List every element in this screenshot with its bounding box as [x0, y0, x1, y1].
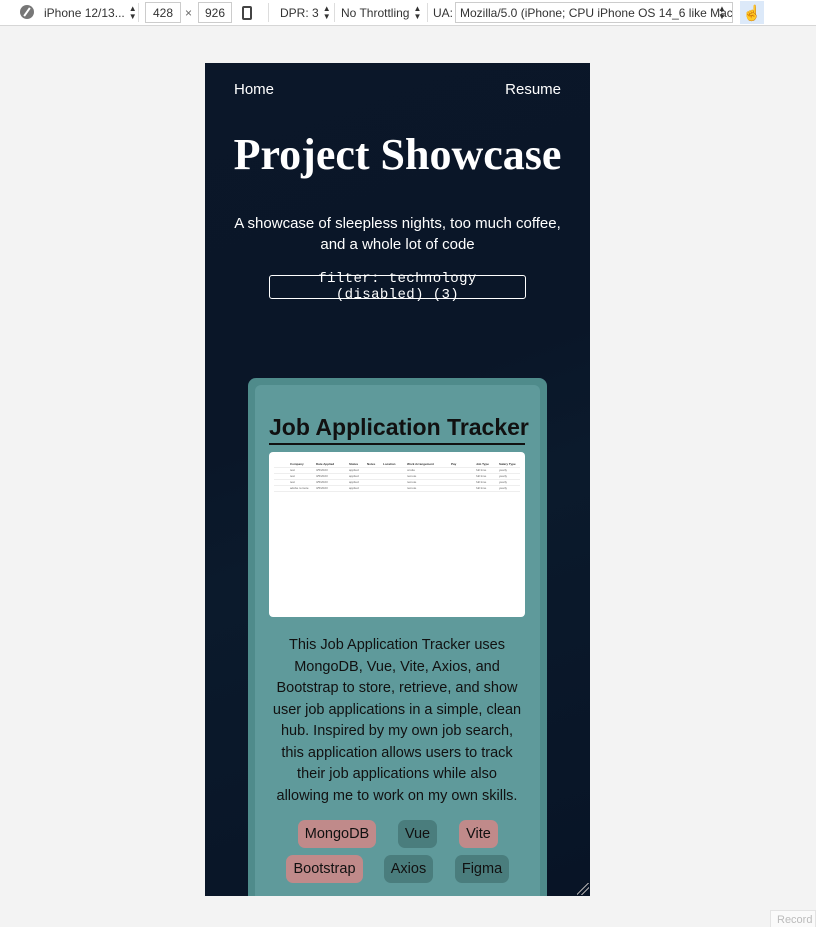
project-description: This Job Application Tracker uses MongoD… — [272, 637, 522, 804]
project-screenshot: Company Date Applied Status Notes Location Wo… — [269, 452, 525, 617]
screenshot-cell: remote — [407, 474, 417, 478]
devtools-device-toolbar: iPhone 12/13... ▲ ▼ 428 × 926 DPR: 3 ▲ ▼ No … — [0, 0, 816, 26]
project-card: Job Application Tracker Company Date Appl… — [248, 378, 547, 896]
screenshot-cell: remote — [407, 486, 417, 490]
screenshot-table: Company Date Applied Status Notes Location Wo… — [274, 462, 520, 492]
chevron-updown-icon: ▲ ▼ — [413, 3, 422, 21]
screenshot-cell: yearly — [499, 480, 508, 484]
screenshot-row: adobe remote 3/5/2023 applied remote full ti… — [274, 486, 520, 492]
screenshot-cell: applied — [349, 468, 359, 472]
divider — [427, 3, 428, 22]
chevron-updown-icon: ▲ ▼ — [322, 3, 331, 21]
device-mode-icon[interactable] — [20, 5, 34, 19]
rotate-button[interactable] — [242, 0, 258, 25]
rotate-icon — [242, 5, 252, 20]
divider — [138, 3, 139, 22]
screenshot-cell: applied — [349, 474, 359, 478]
chevron-updown-icon[interactable]: ▲ ▼ — [718, 5, 726, 21]
tech-tag-axios[interactable]: Axios — [384, 855, 433, 883]
screenshot-cell: test — [290, 480, 295, 484]
tech-tag-figma[interactable]: Figma — [455, 855, 509, 883]
chevron-updown-icon: ▲ ▼ — [128, 3, 137, 21]
dimension-separator: × — [185, 5, 193, 20]
project-title: Job Application Tracker — [269, 414, 529, 440]
screenshot-cell: Job Type — [476, 462, 489, 466]
height-input[interactable]: 926 — [198, 2, 232, 23]
screenshot-cell: 3/5/2023 — [316, 480, 328, 484]
screenshot-cell: test — [290, 474, 295, 478]
divider — [334, 3, 335, 22]
page-title: Project Showcase — [233, 130, 562, 179]
screenshot-cell: Company — [290, 462, 304, 466]
screenshot-cell: Location — [383, 462, 396, 466]
tech-tag-vue[interactable]: Vue — [398, 820, 437, 848]
ua-input[interactable]: Mozilla/5.0 (iPhone; CPU iPhone OS 14_6 … — [455, 2, 733, 23]
screenshot-cell: remote — [407, 480, 417, 484]
nav-home-link[interactable]: Home — [234, 81, 274, 98]
screenshot-cell: yearly — [499, 486, 508, 490]
screenshot-cell: full time — [476, 468, 487, 472]
page-subtitle: A showcase of sleepless nights, too much… — [234, 215, 561, 253]
project-card-inner: Job Application Tracker Company Date Appl… — [255, 385, 540, 896]
dpr-select[interactable]: DPR: 3 ▲ ▼ — [280, 0, 331, 25]
screenshot-cell: Date Applied — [316, 462, 335, 466]
screenshot-cell: full time — [476, 480, 487, 484]
screenshot-cell: applied — [349, 486, 359, 490]
screenshot-cell: Pay — [451, 462, 457, 466]
record-tab[interactable]: Record — [770, 910, 816, 927]
screenshot-cell: 3/5/2023 — [316, 468, 328, 472]
screenshot-cell: Status — [349, 462, 359, 466]
tech-tag-vite[interactable]: Vite — [459, 820, 498, 848]
resize-handle[interactable] — [577, 883, 589, 895]
screenshot-cell: yearly — [499, 474, 508, 478]
screenshot-cell: test — [290, 468, 295, 472]
screenshot-cell: Salary Type — [499, 462, 516, 466]
screenshot-cell: adobe remote — [290, 486, 309, 490]
filter-button[interactable]: filter: technology (disabled) (3) — [269, 271, 526, 303]
screenshot-cell: onsite — [407, 468, 416, 472]
tech-tag-bootstrap[interactable]: Bootstrap — [286, 855, 363, 883]
title-divider — [269, 443, 525, 445]
tech-tag-mongodb[interactable]: MongoDB — [298, 820, 376, 848]
nav-resume-link[interactable]: Resume — [505, 81, 561, 98]
throttling-select[interactable]: No Throttling ▲ ▼ — [341, 0, 421, 25]
mobile-viewport: Home Resume Project Showcase A showcase … — [205, 63, 590, 896]
divider — [268, 3, 269, 22]
screenshot-cell: full time — [476, 486, 487, 490]
screenshot-cell: yearly — [499, 468, 508, 472]
ua-label: UA: — [433, 5, 454, 20]
screenshot-cell: Work Arrangement — [407, 462, 434, 466]
device-select[interactable]: iPhone 12/13... ▲ ▼ — [44, 0, 137, 25]
touch-icon[interactable]: ☝ — [740, 1, 764, 24]
screenshot-cell: 3/5/2023 — [316, 486, 328, 490]
screenshot-cell: full time — [476, 474, 487, 478]
screenshot-cell: 3/5/2023 — [316, 474, 328, 478]
screenshot-cell: applied — [349, 480, 359, 484]
screenshot-cell: Notes — [367, 462, 376, 466]
width-input[interactable]: 428 — [145, 2, 181, 23]
